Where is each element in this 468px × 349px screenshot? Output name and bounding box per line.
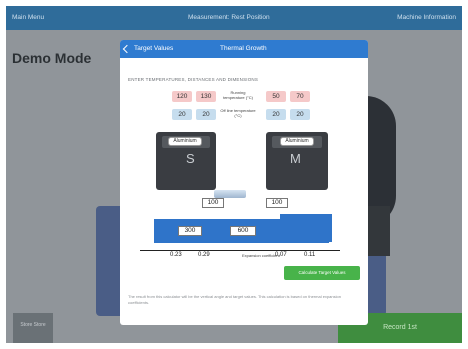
coefficient-s-a: 0.23 [170, 252, 182, 258]
m-running-temp-b[interactable]: 70 [290, 91, 310, 102]
back-button[interactable]: Target Values [122, 44, 174, 53]
calculate-target-values-button[interactable]: Calculate Target Values [284, 266, 360, 280]
m-offline-temp-a[interactable]: 20 [266, 109, 286, 120]
thermal-growth-dialog: Target Values Thermal Growth ENTER TEMPE… [120, 40, 368, 325]
top-bar: Main Menu Measurement: Rest Position Mac… [6, 6, 462, 30]
coefficient-m-a: 0.07 [275, 252, 287, 258]
machine-base-raised [280, 214, 332, 242]
back-label: Target Values [134, 45, 174, 52]
stationary-letter: S [186, 151, 195, 166]
stationary-height-input[interactable]: 100 [202, 198, 224, 208]
store-button[interactable]: Store Store [13, 313, 53, 343]
app-frame: Main Menu Measurement: Rest Position Mac… [6, 6, 462, 343]
coefficient-s-b: 0.29 [198, 252, 210, 258]
foot-distance-left-input[interactable]: 300 [178, 226, 202, 236]
dialog-header: Target Values Thermal Growth [120, 40, 368, 58]
machine-information-link[interactable]: Machine Information [397, 14, 456, 21]
dialog-subtitle: ENTER TEMPERATURES, DISTANCES AND DIMENS… [128, 77, 259, 82]
offline-temp-label: Off line temperature (°C) [220, 108, 256, 118]
dialog-title: Thermal Growth [220, 45, 267, 52]
running-temp-label: Running temperature (°C) [223, 90, 253, 100]
chevron-left-icon [122, 44, 132, 53]
coefficient-divider [140, 250, 340, 251]
s-running-temp-b[interactable]: 130 [196, 91, 216, 102]
foot-distance-mid-input[interactable]: 600 [230, 226, 256, 236]
coefficient-m-b: 0.11 [304, 252, 316, 258]
s-offline-temp-a[interactable]: 20 [172, 109, 192, 120]
movable-height-input[interactable]: 100 [266, 198, 288, 208]
dialog-note: The result from this calculator will be … [128, 294, 341, 305]
coupling [214, 190, 246, 198]
screen-title: Measurement: Rest Position [188, 14, 270, 21]
s-running-temp-a[interactable]: 120 [172, 91, 192, 102]
movable-material[interactable]: Aluminium [280, 137, 314, 146]
main-menu-link[interactable]: Main Menu [12, 14, 44, 21]
stationary-material[interactable]: Aluminium [168, 137, 202, 146]
movable-letter: M [290, 151, 301, 166]
s-offline-temp-b[interactable]: 20 [196, 109, 216, 120]
m-running-temp-a[interactable]: 50 [266, 91, 286, 102]
m-offline-temp-b[interactable]: 20 [290, 109, 310, 120]
